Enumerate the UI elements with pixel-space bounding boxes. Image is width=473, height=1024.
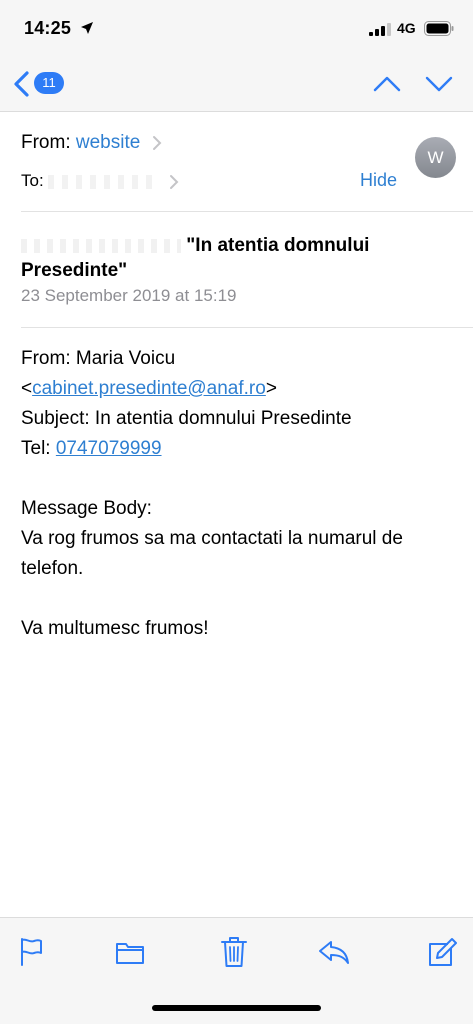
redacted-subject-prefix bbox=[21, 238, 181, 253]
to-label: To: bbox=[21, 171, 44, 190]
chevron-right-icon[interactable] bbox=[169, 174, 179, 190]
location-arrow-icon bbox=[81, 22, 93, 34]
subject-divider bbox=[21, 327, 473, 328]
trash-icon[interactable] bbox=[219, 936, 249, 968]
subject-block: "In atentia domnului Presedinte" bbox=[21, 233, 451, 283]
status-time: 14:25 bbox=[24, 18, 72, 38]
sender-avatar[interactable]: W bbox=[415, 137, 456, 178]
reply-icon[interactable] bbox=[317, 936, 351, 968]
phone-link[interactable]: 0747079999 bbox=[56, 438, 162, 459]
flag-icon[interactable] bbox=[16, 936, 46, 968]
body-email-line: <cabinet.presedinte@anaf.ro> bbox=[21, 374, 461, 404]
from-label: From: bbox=[21, 132, 71, 153]
previous-message-icon[interactable] bbox=[372, 72, 402, 96]
message-closing: Va multumesc frumos! bbox=[21, 618, 209, 639]
body-spacer bbox=[21, 464, 461, 494]
message-body: From: Maria Voicu <cabinet.presedinte@an… bbox=[21, 344, 461, 644]
header-divider bbox=[21, 211, 473, 212]
signal-bars-icon bbox=[369, 23, 391, 36]
mail-message-screen: 14:25 4G 11 From: website W To: Hide "In… bbox=[0, 0, 473, 1024]
back-chevron-icon[interactable] bbox=[10, 69, 34, 99]
chevron-right-icon[interactable] bbox=[152, 135, 162, 151]
battery-icon bbox=[424, 21, 454, 36]
email-link[interactable]: cabinet.presedinte@anaf.ro bbox=[32, 378, 266, 399]
email-close-bracket: > bbox=[265, 378, 277, 399]
from-sender[interactable]: website bbox=[76, 132, 140, 153]
body-spacer bbox=[21, 584, 461, 614]
status-bar: 14:25 4G bbox=[0, 0, 473, 58]
tel-label: Tel: bbox=[21, 438, 56, 459]
to-row: To: bbox=[21, 171, 179, 191]
message-date: 23 September 2019 at 15:19 bbox=[21, 286, 237, 305]
navigation-bar: 11 bbox=[0, 58, 473, 112]
redacted-recipient bbox=[48, 174, 159, 189]
email-open-bracket: < bbox=[21, 378, 33, 399]
network-type: 4G bbox=[397, 20, 416, 36]
compose-icon[interactable] bbox=[427, 936, 457, 968]
body-from-line: From: Maria Voicu bbox=[21, 348, 176, 369]
next-message-icon[interactable] bbox=[424, 72, 454, 96]
body-subject-line: Subject: In atentia domnului Presedinte bbox=[21, 408, 352, 429]
body-tel-line: Tel: 0747079999 bbox=[21, 434, 461, 464]
folder-icon[interactable] bbox=[115, 936, 145, 968]
inbox-unread-badge[interactable]: 11 bbox=[34, 72, 64, 94]
message-body-text: Va rog frumos sa ma contactati la numaru… bbox=[21, 528, 403, 579]
hide-details-link[interactable]: Hide bbox=[360, 170, 397, 191]
home-indicator[interactable] bbox=[152, 1005, 321, 1011]
from-row: From: website bbox=[21, 132, 162, 154]
message-body-label: Message Body: bbox=[21, 498, 152, 519]
